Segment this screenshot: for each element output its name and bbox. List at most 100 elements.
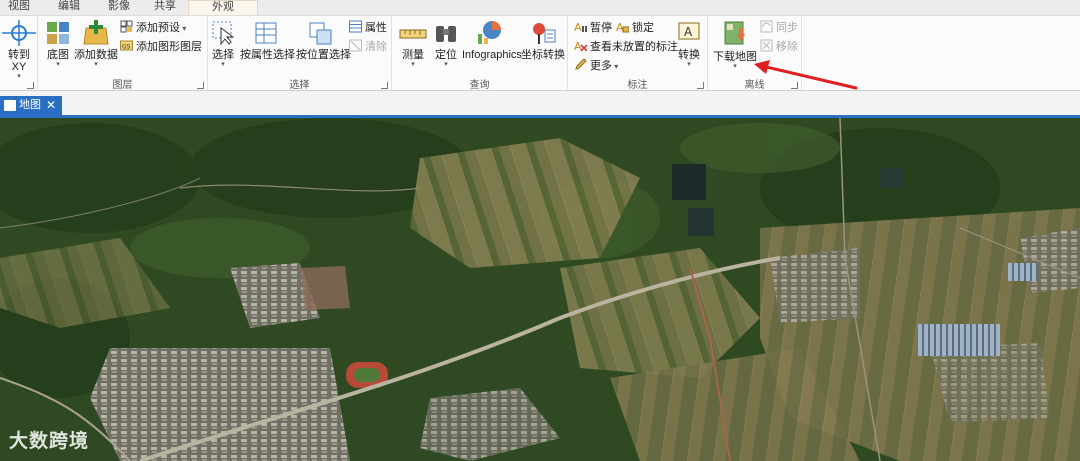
map-icon bbox=[4, 100, 16, 111]
add-data-icon bbox=[83, 20, 109, 45]
coordinate-pin-icon bbox=[533, 23, 556, 44]
chevron-down-icon: ▾ bbox=[56, 61, 60, 68]
crosshair-icon bbox=[2, 20, 36, 46]
pause-labeling-button[interactable]: A 暂停 bbox=[574, 20, 612, 36]
unplaced-label-icon: A bbox=[574, 40, 587, 52]
dialog-launcher-icon[interactable] bbox=[381, 82, 388, 89]
close-icon[interactable]: ✕ bbox=[46, 96, 56, 115]
chevron-down-icon: ▾ bbox=[687, 61, 691, 68]
attributes-label: 属性 bbox=[365, 22, 387, 34]
satellite-imagery bbox=[0, 118, 1080, 461]
selection-group: 选择 ▾ 按属性选择 按位置选择 属性 清除 选择 bbox=[208, 16, 392, 92]
select-label: 选择 bbox=[212, 49, 234, 61]
more-button[interactable]: 更多 ▾ bbox=[574, 58, 618, 74]
pencil-icon bbox=[575, 58, 587, 70]
tab-view[interactable]: 视图 bbox=[0, 0, 38, 15]
clear-button[interactable]: 清除 bbox=[349, 39, 387, 55]
svg-text:A: A bbox=[574, 21, 582, 33]
binoculars-icon bbox=[436, 26, 456, 42]
add-graphics-layer-button[interactable]: GS 添加图形图层 bbox=[120, 39, 202, 55]
chevron-down-icon: ▾ bbox=[444, 61, 448, 68]
svg-text:A: A bbox=[684, 25, 693, 39]
remove-button[interactable]: 移除 bbox=[760, 39, 798, 55]
download-map-icon bbox=[724, 21, 745, 45]
pause-label-icon: A bbox=[574, 21, 587, 33]
remove-icon bbox=[760, 39, 773, 52]
menu-tab-row: 视图 编辑 影像 共享 外观 bbox=[0, 0, 1080, 15]
select-by-location-label: 按位置选择 bbox=[296, 49, 351, 61]
layer-group-label: 图层 bbox=[112, 80, 133, 91]
sync-button[interactable]: 同步 bbox=[760, 20, 798, 36]
svg-text:GS: GS bbox=[122, 44, 131, 51]
ribbon: 转到 XY ▾ 底图 ▾ 添加数据 ▾ 添加预设 ▾ GS 添加图形图层 图层 … bbox=[0, 15, 1080, 92]
infographics-icon bbox=[478, 21, 501, 44]
measure-label: 测量 bbox=[402, 49, 424, 61]
view-unplaced-button[interactable]: A 查看未放置的标注 bbox=[574, 39, 678, 55]
select-button[interactable]: 选择 ▾ bbox=[211, 20, 235, 69]
lock-label: 锁定 bbox=[632, 22, 654, 34]
watermark-text: 大数跨境 bbox=[9, 431, 90, 452]
chevron-down-icon: ▾ bbox=[94, 61, 98, 68]
chevron-down-icon: ▾ bbox=[221, 61, 225, 68]
add-preset-button[interactable]: 添加预设 ▾ bbox=[120, 20, 186, 36]
map-tab-label: 地图 bbox=[19, 99, 41, 111]
convert-label-icon: A bbox=[678, 22, 700, 40]
dialog-launcher-icon[interactable] bbox=[27, 82, 34, 89]
tab-share[interactable]: 共享 bbox=[146, 0, 184, 15]
basemap-icon bbox=[47, 22, 69, 44]
chevron-down-icon: ▾ bbox=[411, 61, 415, 68]
locate-button[interactable]: 定位 ▾ bbox=[432, 20, 460, 69]
infographics-label: Infographics bbox=[462, 49, 522, 61]
tab-imagery[interactable]: 影像 bbox=[100, 0, 138, 15]
chevron-down-icon: ▾ bbox=[17, 73, 21, 80]
preset-icon bbox=[120, 20, 133, 33]
convert-coordinates-label: 坐标转换 bbox=[521, 49, 565, 61]
query-group: 测量 ▾ 定位 ▾ Infographics 坐标转换 查询 bbox=[392, 16, 568, 92]
clear-selection-icon bbox=[349, 39, 362, 52]
lock-icon: A bbox=[616, 21, 629, 33]
measure-button[interactable]: 测量 ▾ bbox=[396, 20, 430, 69]
attributes-icon bbox=[349, 20, 362, 33]
convert-label: 转换 bbox=[678, 49, 700, 61]
select-by-attributes-button[interactable]: 按属性选择 bbox=[240, 20, 295, 61]
map-document-tab[interactable]: 地图 ✕ bbox=[0, 96, 62, 115]
lock-labeling-button[interactable]: A 锁定 bbox=[616, 20, 654, 36]
add-preset-label: 添加预设 bbox=[136, 22, 180, 34]
remove-label: 移除 bbox=[776, 41, 798, 53]
select-by-location-button[interactable]: 按位置选择 bbox=[296, 20, 351, 61]
add-data-label: 添加数据 bbox=[74, 49, 118, 61]
sync-label: 同步 bbox=[776, 22, 798, 34]
attribute-table-icon bbox=[255, 22, 277, 44]
goto-xy-button[interactable]: 转到 XY ▾ bbox=[0, 20, 38, 81]
graphics-layer-icon: GS bbox=[120, 40, 133, 51]
labeling-group-label: 标注 bbox=[627, 80, 648, 91]
labeling-group: A 暂停 A 锁定 A 查看未放置的标注 更多 ▾ A 转换 ▾ 标注 bbox=[568, 16, 708, 92]
add-graphics-layer-label: 添加图形图层 bbox=[136, 41, 202, 53]
view-unplaced-label: 查看未放置的标注 bbox=[590, 41, 678, 53]
add-data-button[interactable]: 添加数据 ▾ bbox=[74, 20, 118, 69]
map-view[interactable]: 大数跨境 bbox=[0, 118, 1080, 461]
selection-group-label: 选择 bbox=[289, 80, 310, 91]
attributes-button[interactable]: 属性 bbox=[349, 20, 387, 36]
clear-label: 清除 bbox=[365, 41, 387, 53]
select-cursor-icon bbox=[212, 21, 235, 46]
convert-button[interactable]: A 转换 ▾ bbox=[674, 20, 704, 69]
convert-coordinates-button[interactable]: 坐标转换 bbox=[520, 20, 566, 61]
infographics-button[interactable]: Infographics bbox=[462, 20, 522, 61]
pause-label: 暂停 bbox=[590, 22, 612, 34]
more-label: 更多 bbox=[590, 60, 612, 72]
sync-icon bbox=[760, 20, 773, 33]
select-by-attributes-label: 按属性选择 bbox=[240, 49, 295, 61]
dialog-launcher-icon[interactable] bbox=[197, 82, 204, 89]
select-by-location-icon bbox=[309, 22, 332, 45]
document-tab-bar: 地图 ✕ bbox=[0, 92, 1080, 118]
basemap-button[interactable]: 底图 ▾ bbox=[42, 20, 74, 69]
query-group-label: 查询 bbox=[469, 80, 490, 91]
tab-edit[interactable]: 编辑 bbox=[50, 0, 88, 15]
dialog-launcher-icon[interactable] bbox=[697, 82, 704, 89]
tab-appearance[interactable]: 外观 bbox=[188, 0, 258, 15]
basemap-label: 底图 bbox=[47, 49, 69, 61]
layer-group: 底图 ▾ 添加数据 ▾ 添加预设 ▾ GS 添加图形图层 图层 bbox=[38, 16, 208, 92]
goto-xy-label-2: XY bbox=[11, 61, 27, 73]
goto-xy-label-1: 转到 bbox=[8, 49, 30, 61]
